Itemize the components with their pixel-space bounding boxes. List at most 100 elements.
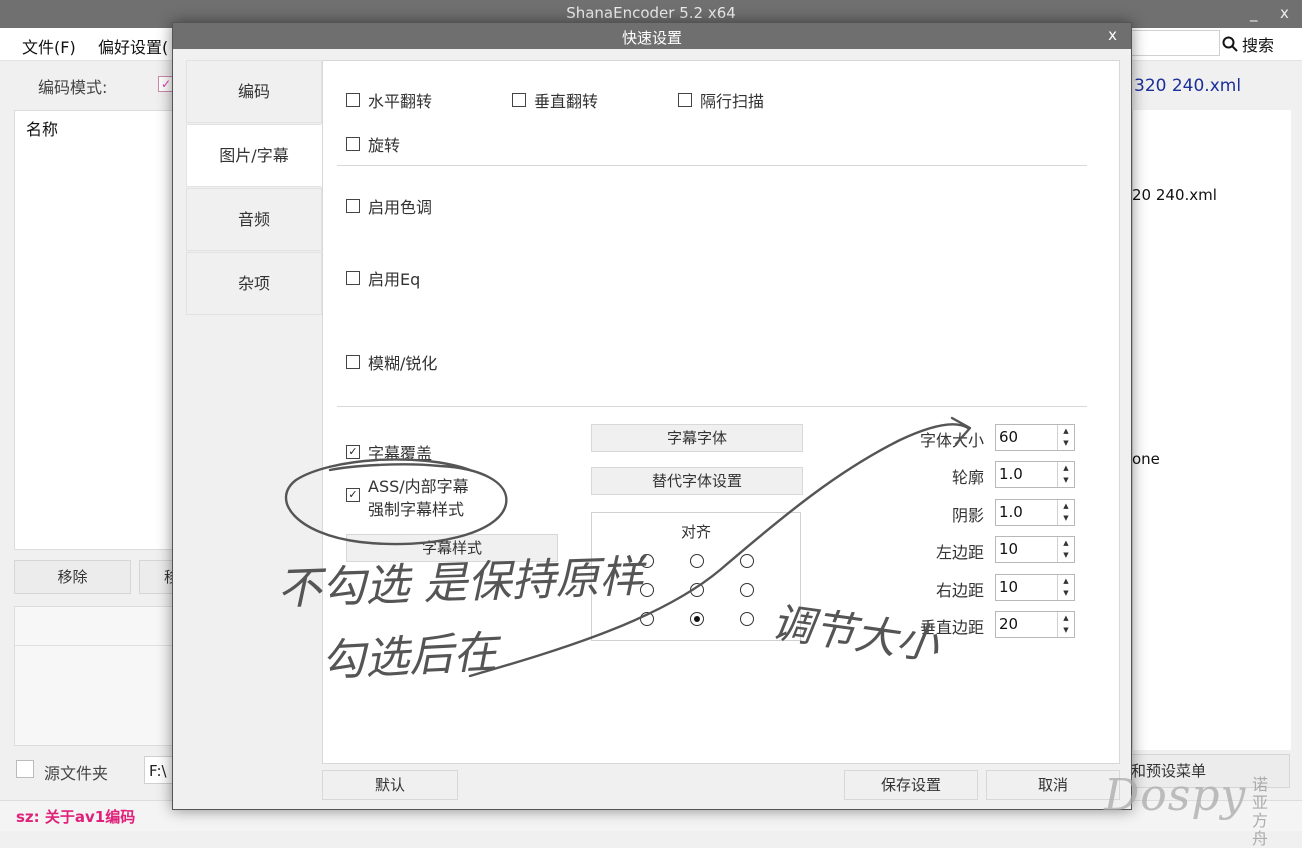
watermark-cn: 诺亚方舟 [1252, 775, 1269, 848]
outline-value[interactable]: 1.0 [999, 465, 1023, 483]
preset-panel[interactable] [1132, 110, 1291, 750]
spin-up-icon[interactable]: ▲ [1058, 425, 1074, 437]
spin-up-icon[interactable]: ▲ [1058, 462, 1074, 474]
force-ass-label-1: ASS/内部字幕 [368, 477, 469, 496]
spin-down-icon[interactable]: ▼ [1058, 474, 1074, 486]
subtitle-style-button[interactable]: 字幕样式 [346, 534, 558, 562]
close-button[interactable]: x [1280, 4, 1289, 22]
hue-label: 启用色调 [368, 198, 433, 217]
spin-down-icon[interactable]: ▼ [1058, 512, 1074, 524]
right-margin-label: 右边距 [935, 581, 984, 600]
right-margin-value[interactable]: 10 [999, 578, 1018, 596]
force-ass-label-2: 强制字幕样式 [368, 500, 465, 519]
divider [337, 165, 1087, 166]
right-margin-spinner[interactable]: 10 ▲ ▼ [995, 574, 1075, 601]
watermark-logo: Dospy [1104, 770, 1247, 821]
file-list[interactable] [14, 110, 176, 550]
tab-audio[interactable]: 音频 [186, 188, 322, 251]
left-margin-value[interactable]: 10 [999, 540, 1018, 558]
output-path-field[interactable]: F:\ [144, 756, 174, 784]
rotate-checkbox[interactable]: 旋转 [346, 132, 400, 156]
alignment-title: 对齐 [680, 523, 711, 541]
tab-picture-subtitle[interactable]: 图片/字幕 [186, 124, 322, 187]
dialog-titlebar: 快速设置 x [173, 23, 1131, 49]
font-size-value[interactable]: 60 [999, 428, 1018, 446]
shadow-value[interactable]: 1.0 [999, 503, 1023, 521]
vertical-margin-value[interactable]: 20 [999, 615, 1018, 633]
align-middle-right-radio[interactable] [740, 583, 754, 597]
dialog-title: 快速设置 [621, 29, 682, 47]
eq-checkbox[interactable]: 启用Eq [346, 266, 420, 290]
align-top-center-radio[interactable] [690, 554, 704, 568]
save-settings-button[interactable]: 保存设置 [844, 770, 978, 800]
spin-up-icon[interactable]: ▲ [1058, 612, 1074, 624]
rotate-label: 旋转 [368, 136, 401, 155]
force-ass-style-checkbox[interactable]: ✓ ASS/内部字幕 强制字幕样式 [346, 475, 469, 521]
tab-misc[interactable]: 杂项 [186, 252, 322, 315]
alignment-group: 对齐 [591, 512, 801, 641]
quick-settings-dialog: 快速设置 x 编码 图片/字幕 音频 杂项 水平翻转 垂直翻转 隔行扫描 旋转 … [172, 22, 1132, 810]
minimize-button[interactable]: _ [1250, 4, 1258, 22]
vertical-margin-spinner[interactable]: 20 ▲ ▼ [995, 611, 1075, 638]
align-bottom-center-radio[interactable] [690, 612, 704, 626]
vertical-margin-label: 垂直边距 [919, 618, 984, 637]
preset-item[interactable]: 20 240.xml [1132, 186, 1217, 204]
subtitle-overlay-checkbox[interactable]: ✓ 字幕覆盖 [346, 440, 432, 464]
left-margin-label: 左边距 [935, 543, 984, 562]
hflip-checkbox[interactable]: 水平翻转 [346, 88, 432, 112]
blur-sharpen-label: 模糊/锐化 [368, 354, 438, 373]
align-top-left-radio[interactable] [640, 554, 654, 568]
vflip-checkbox[interactable]: 垂直翻转 [512, 88, 598, 112]
align-bottom-left-radio[interactable] [640, 612, 654, 626]
spin-down-icon[interactable]: ▼ [1058, 549, 1074, 561]
spin-down-icon[interactable]: ▼ [1058, 624, 1074, 636]
spin-down-icon[interactable]: ▼ [1058, 437, 1074, 449]
menu-preferences[interactable]: 偏好设置( [98, 34, 168, 58]
main-window-title: ShanaEncoder 5.2 x64 [566, 4, 736, 22]
eq-label: 启用Eq [368, 270, 421, 289]
divider [337, 406, 1087, 407]
preset-item-none[interactable]: one [1132, 450, 1160, 468]
hflip-label: 水平翻转 [368, 92, 433, 111]
spin-up-icon[interactable]: ▲ [1058, 537, 1074, 549]
default-button[interactable]: 默认 [322, 770, 458, 800]
dialog-close-icon[interactable]: x [1108, 26, 1117, 44]
subtitle-font-button[interactable]: 字幕字体 [591, 424, 803, 452]
vflip-label: 垂直翻转 [534, 92, 599, 111]
remove-button[interactable]: 移除 [14, 560, 131, 594]
shadow-spinner[interactable]: 1.0 ▲ ▼ [995, 499, 1075, 526]
menu-file[interactable]: 文件(F) [22, 34, 76, 58]
file-list-header-name[interactable]: 名称 [26, 116, 58, 140]
font-size-spinner[interactable]: 60 ▲ ▼ [995, 424, 1075, 451]
search-button[interactable]: 搜索 [1222, 32, 1274, 56]
align-top-right-radio[interactable] [740, 554, 754, 568]
cancel-button[interactable]: 取消 [986, 770, 1120, 800]
encode-mode-label: 编码模式: [38, 78, 108, 97]
hue-checkbox[interactable]: 启用色调 [346, 194, 432, 218]
blur-sharpen-checkbox[interactable]: 模糊/锐化 [346, 350, 437, 374]
status-text: sz: 关于av1编码 [16, 808, 136, 826]
subtitle-overlay-label: 字幕覆盖 [368, 444, 433, 463]
spin-up-icon[interactable]: ▲ [1058, 575, 1074, 587]
outline-spinner[interactable]: 1.0 ▲ ▼ [995, 461, 1075, 488]
source-folder-label: 源文件夹 [44, 764, 109, 783]
shadow-label: 阴影 [951, 506, 984, 525]
search-input[interactable] [1128, 30, 1220, 56]
alt-font-settings-button[interactable]: 替代字体设置 [591, 467, 803, 495]
spin-down-icon[interactable]: ▼ [1058, 587, 1074, 599]
preset-selected[interactable]: 320 240.xml [1134, 76, 1241, 96]
search-icon [1222, 36, 1238, 52]
interlace-label: 隔行扫描 [700, 92, 765, 111]
spin-up-icon[interactable]: ▲ [1058, 500, 1074, 512]
align-bottom-right-radio[interactable] [740, 612, 754, 626]
align-middle-left-radio[interactable] [640, 583, 654, 597]
tab-encoding[interactable]: 编码 [186, 60, 322, 123]
search-label: 搜索 [1242, 36, 1275, 55]
source-folder-checkbox[interactable] [16, 760, 34, 778]
left-margin-spinner[interactable]: 10 ▲ ▼ [995, 536, 1075, 563]
log-panel [14, 606, 176, 746]
interlace-checkbox[interactable]: 隔行扫描 [678, 88, 764, 112]
font-size-label: 字体大小 [919, 431, 984, 450]
outline-label: 轮廓 [951, 468, 984, 487]
align-middle-center-radio[interactable] [690, 583, 704, 597]
